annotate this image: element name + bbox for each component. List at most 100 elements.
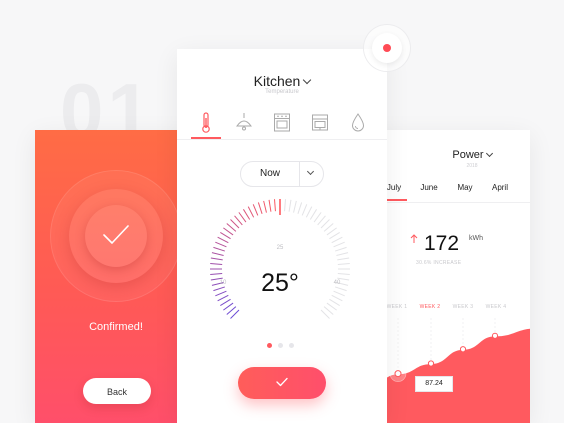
device-tab-thermometer[interactable] [189, 107, 223, 139]
dial-tick [313, 212, 322, 223]
week-label[interactable]: WEEK 3 [448, 304, 478, 310]
room-title: Kitchen [253, 73, 301, 89]
dial-tick [317, 215, 326, 226]
device-tab-lamp[interactable] [227, 107, 261, 139]
dial-tick [326, 227, 337, 236]
dial-tick [293, 200, 297, 213]
tab-month-may[interactable]: May [448, 183, 482, 192]
confirmation-status: Confirmed! [89, 321, 143, 333]
week-labels: WEEK 1 WEEK 2 WEEK 3 WEEK 4 [366, 304, 530, 314]
period-selected: Now [259, 168, 280, 179]
period-divider [299, 162, 300, 186]
power-title: Power [452, 149, 484, 161]
record-button[interactable] [364, 25, 410, 71]
check-icon [276, 377, 288, 387]
dial-tick [230, 219, 240, 229]
dial-tick [268, 199, 272, 212]
confirmation-card: Confirmed! Back [35, 130, 197, 423]
dial-tick [320, 309, 330, 319]
page-dot-active[interactable] [267, 343, 272, 348]
dial-tick [230, 309, 240, 319]
dial-tick [223, 227, 234, 236]
week-label-active[interactable]: WEEK 2 [415, 304, 445, 310]
page-dot[interactable] [278, 343, 283, 348]
current-temperature: 25° [261, 269, 299, 297]
dial-tick [331, 236, 343, 244]
dial-tick [329, 231, 340, 240]
device-tab-oven[interactable] [265, 107, 299, 139]
dial-tick [333, 241, 345, 248]
dial-tick [220, 298, 231, 307]
chevron-down-icon [485, 149, 493, 158]
chevron-down-icon [303, 75, 312, 85]
dial-tick [309, 209, 318, 220]
dial-tick [335, 246, 347, 252]
period-dropdown[interactable]: Now [240, 161, 324, 187]
lamp-icon [236, 113, 252, 131]
month-tabs: July June May April [380, 180, 530, 202]
dial-tick [326, 302, 337, 311]
scale-label-mid: 25 [277, 245, 284, 251]
tab-month-june[interactable]: June [412, 183, 446, 192]
dial-tick [210, 263, 223, 265]
dial-tick [288, 199, 292, 212]
data-point[interactable] [459, 346, 467, 353]
tabs-divider [177, 139, 387, 140]
dial-tick [329, 298, 340, 307]
device-tab-microwave[interactable] [303, 107, 337, 139]
dial-tick [337, 257, 350, 261]
dial-tick [215, 241, 227, 248]
power-selector[interactable]: Power [412, 149, 530, 161]
device-tab-water[interactable] [341, 107, 375, 139]
dial-tick [274, 199, 276, 212]
months-divider [366, 202, 530, 203]
page-indicator [267, 343, 299, 349]
increase-note: 30.6% INCREASE [416, 260, 462, 266]
dial-tick [301, 204, 308, 216]
dial-tick [305, 206, 313, 218]
dial-tick [226, 306, 237, 315]
data-point[interactable] [427, 360, 435, 367]
back-button[interactable]: Back [83, 378, 151, 404]
dial-tick [263, 200, 267, 213]
dial-tick [223, 302, 234, 311]
dial-tick [226, 223, 237, 232]
page-dot[interactable] [289, 343, 294, 348]
microwave-icon [312, 114, 328, 131]
usage-chart [366, 318, 530, 423]
week-label[interactable]: WEEK 4 [481, 304, 511, 310]
record-dot-icon [383, 44, 391, 52]
data-point[interactable] [491, 332, 499, 339]
dial-tick [252, 204, 259, 216]
dial-tick [337, 263, 350, 265]
power-subtitle: 2018 [466, 163, 478, 169]
dial-ticks [210, 199, 350, 319]
record-button-inner [372, 33, 402, 63]
dial-tick [323, 223, 334, 232]
room-selector[interactable]: Kitchen [177, 73, 387, 89]
arrow-up-icon [410, 234, 418, 243]
dial-tick [297, 202, 303, 214]
chevron-down-icon [306, 167, 315, 176]
dial-tick [238, 212, 247, 223]
selected-data-point[interactable] [394, 370, 402, 378]
room-subtitle: Temperature [265, 89, 299, 95]
water-drop-icon [351, 113, 365, 132]
device-tabs [189, 107, 375, 139]
dial-tick [220, 231, 231, 240]
dial-tick [247, 206, 255, 218]
dial-tick [217, 236, 229, 244]
confirm-button[interactable] [238, 367, 326, 399]
kwh-value: 172 [424, 232, 460, 255]
dial-tick [210, 257, 223, 261]
power-card: Power 2018 July June May April 172 kWh 3… [366, 130, 530, 423]
kitchen-card: Kitchen Temperature Now 25 10 40 25° [177, 49, 387, 423]
dial-tick [242, 209, 251, 220]
tab-month-april[interactable]: April [483, 183, 517, 192]
dial-tick [257, 202, 263, 214]
dial-tick [211, 252, 224, 256]
thermometer-icon [202, 112, 210, 133]
check-icon [103, 225, 129, 244]
dial-tick [323, 306, 334, 315]
oven-icon [274, 113, 290, 132]
